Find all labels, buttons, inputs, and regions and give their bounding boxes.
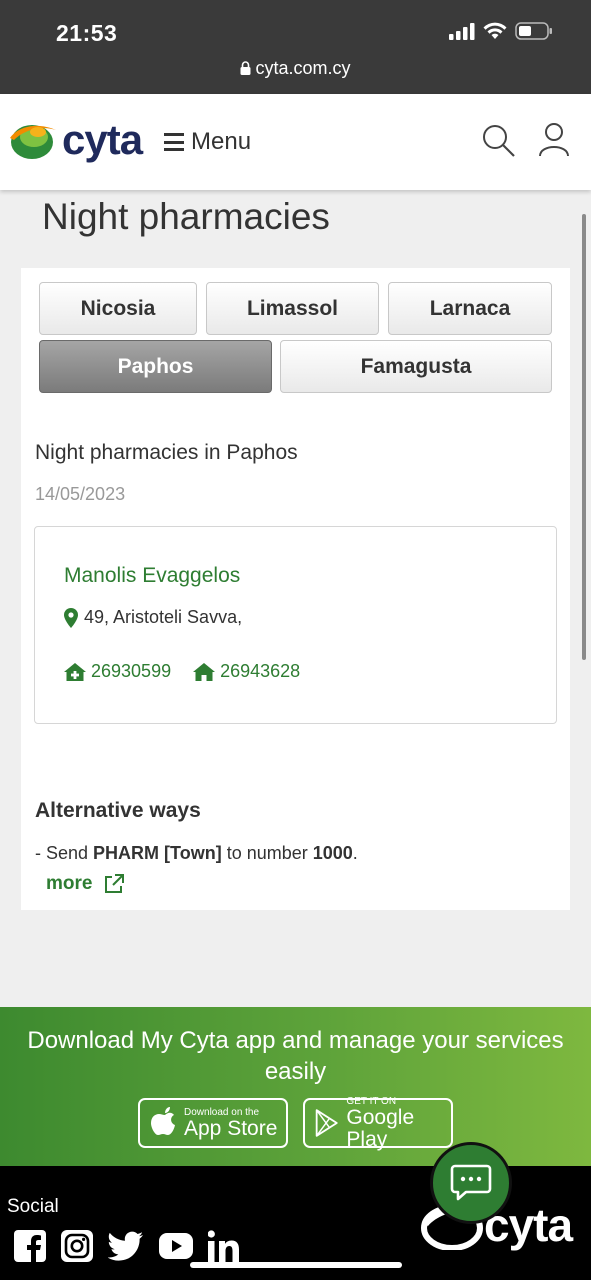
- more-label: more: [46, 873, 93, 894]
- alt-text-prefix: - Send: [35, 843, 94, 863]
- chat-button[interactable]: [430, 1142, 512, 1224]
- app-store-small: Download on the: [184, 1106, 260, 1118]
- pharmacy-card: Manolis Evaggelos 49, Aristoteli Savva, …: [34, 526, 557, 724]
- linkedin-link[interactable]: [208, 1230, 240, 1262]
- map-marker-icon: [64, 607, 78, 628]
- google-play-icon: [315, 1109, 338, 1137]
- linkedin-icon: [208, 1230, 239, 1262]
- social-label: Social: [7, 1196, 59, 1217]
- phone-home-number: 26943628: [220, 661, 301, 681]
- status-bar: 21:53 cyta.com.cy: [0, 0, 591, 94]
- signal-icon: [449, 22, 475, 40]
- google-play-text: GET IT ON Google Play: [346, 1096, 451, 1151]
- phone-home-link[interactable]: 26943628: [193, 661, 300, 682]
- app-store-text: Download on the App Store: [184, 1107, 277, 1140]
- hamburger-icon: [164, 133, 184, 151]
- facebook-icon: [14, 1230, 46, 1262]
- external-link-icon: [105, 874, 125, 893]
- app-promo-banner: Download My Cyta app and manage your ser…: [0, 1007, 591, 1166]
- logo-text: cyta: [62, 116, 143, 163]
- pharmacy-name[interactable]: Manolis Evaggelos: [64, 564, 240, 588]
- app-store-big: App Store: [184, 1116, 278, 1140]
- alternative-text: - Send PHARM [Town] to number 1000.: [35, 843, 358, 864]
- wifi-icon: [483, 22, 507, 39]
- instagram-icon: [61, 1230, 93, 1262]
- menu-label: Menu: [191, 128, 252, 155]
- home-icon: [193, 662, 216, 681]
- tab-limassol[interactable]: Limassol: [206, 282, 379, 335]
- cyta-logo-icon: [10, 125, 56, 159]
- instagram-link[interactable]: [61, 1230, 93, 1262]
- app-store-button[interactable]: Download on the App Store: [138, 1098, 288, 1148]
- pharmacy-phones: 26930599 26943628: [64, 661, 322, 682]
- alt-text-suffix: .: [352, 843, 358, 863]
- house-medical-icon: [64, 662, 86, 681]
- cyta-logo[interactable]: cyta: [8, 116, 143, 164]
- pharmacies-card: Nicosia Limassol Larnaca Paphos Famagust…: [21, 268, 570, 910]
- alternative-title: Alternative ways: [35, 799, 201, 822]
- tab-larnaca[interactable]: Larnaca: [388, 282, 552, 335]
- account-button[interactable]: [538, 122, 570, 163]
- social-icons: [14, 1230, 255, 1262]
- promo-text: Download My Cyta app and manage your ser…: [27, 1027, 564, 1085]
- results-subtitle: Night pharmacies in Paphos: [35, 441, 298, 464]
- lock-icon: [240, 61, 251, 75]
- search-icon: [483, 125, 515, 157]
- battery-icon: [515, 22, 552, 40]
- pharmacy-address-text: 49, Aristoteli Savva,: [84, 607, 243, 627]
- url-text: cyta.com.cy: [255, 58, 351, 78]
- alt-text-code: PHARM [Town]: [93, 843, 222, 863]
- url-bar[interactable]: cyta.com.cy: [0, 58, 591, 79]
- page-title: Night pharmacies: [42, 196, 330, 237]
- tab-nicosia[interactable]: Nicosia: [39, 282, 197, 335]
- results-date: 14/05/2023: [35, 484, 126, 504]
- alt-text-middle: to number: [221, 843, 313, 863]
- apple-icon: [151, 1107, 175, 1135]
- youtube-link[interactable]: [159, 1233, 193, 1259]
- pharmacy-address[interactable]: 49, Aristoteli Savva,: [64, 607, 242, 628]
- google-play-small: GET IT ON: [346, 1095, 397, 1107]
- alt-text-number: 1000: [312, 843, 353, 863]
- search-button[interactable]: [482, 124, 516, 163]
- status-time: 21:53: [56, 20, 118, 46]
- google-play-button[interactable]: GET IT ON Google Play: [303, 1096, 453, 1151]
- user-icon: [539, 123, 569, 157]
- youtube-icon: [159, 1233, 193, 1259]
- phone-work-number: 26930599: [91, 661, 172, 681]
- home-indicator[interactable]: [190, 1262, 402, 1268]
- status-icons: [449, 22, 553, 40]
- phone-work-link[interactable]: 26930599: [64, 661, 171, 682]
- twitter-icon: [108, 1231, 143, 1261]
- twitter-link[interactable]: [108, 1231, 144, 1261]
- facebook-link[interactable]: [14, 1230, 46, 1262]
- tab-famagusta[interactable]: Famagusta: [280, 340, 552, 393]
- menu-button[interactable]: Menu: [164, 128, 251, 156]
- google-play-big: Google Play: [346, 1105, 415, 1151]
- chat-bubble-icon: [450, 1164, 492, 1201]
- more-link[interactable]: more: [46, 873, 125, 895]
- tab-paphos[interactable]: Paphos: [39, 340, 272, 393]
- scrollbar[interactable]: [582, 214, 586, 660]
